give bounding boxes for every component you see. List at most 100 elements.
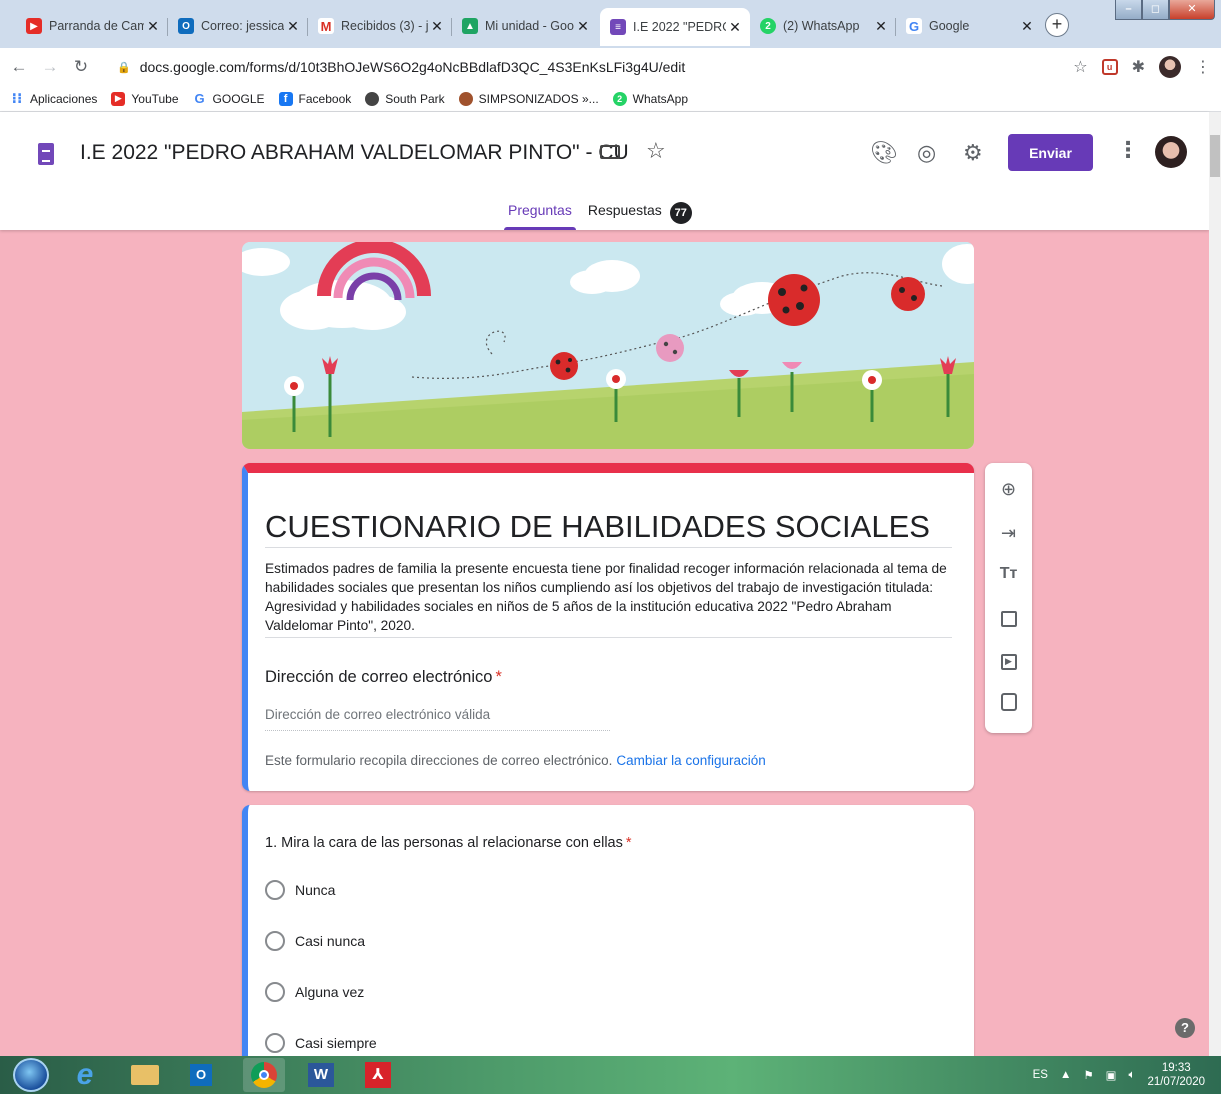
acrobat-pdf-icon[interactable]: ⅄ — [357, 1058, 399, 1092]
option-label: Casi nunca — [295, 933, 366, 949]
bookmark-southpark[interactable]: South Park — [365, 91, 445, 106]
email-label-text: Dirección de correo electrónico — [265, 668, 493, 686]
page-scrollbar[interactable] — [1209, 112, 1221, 1056]
add-question-icon[interactable]: ⊕ — [985, 479, 1032, 500]
bookmark-youtube[interactable]: ▶ YouTube — [111, 91, 179, 106]
tab-questions[interactable]: Preguntas — [500, 198, 580, 230]
maximize-button[interactable]: ◻ — [1142, 0, 1169, 20]
new-tab-button[interactable]: + — [1045, 13, 1069, 37]
outlook-icon[interactable]: O — [180, 1058, 222, 1092]
tab-responses[interactable]: Respuestas 77 — [580, 198, 700, 230]
palette-icon[interactable]: 🎨︎ — [870, 140, 898, 166]
forward-icon[interactable]: → — [38, 57, 62, 77]
browser-tab[interactable]: ▶ Parranda de Cam ✕ — [16, 10, 168, 42]
change-settings-link[interactable]: Cambiar la configuración — [616, 753, 765, 768]
add-image-icon[interactable] — [985, 611, 1032, 632]
settings-gear-icon[interactable]: ⚙ — [963, 140, 983, 166]
send-button[interactable]: Enviar — [1008, 134, 1093, 171]
youtube-icon: ▶ — [26, 18, 42, 34]
bookmark-google[interactable]: G GOOGLE — [193, 91, 264, 106]
radio-button[interactable] — [265, 880, 285, 900]
close-tab-icon[interactable]: ✕ — [144, 18, 162, 35]
radio-button[interactable] — [265, 1033, 285, 1053]
extensions-puzzle-icon[interactable]: ✱ — [1132, 57, 1145, 77]
close-tab-icon[interactable]: ✕ — [284, 18, 302, 35]
browser-tab[interactable]: G Google ✕ — [896, 10, 1042, 42]
browser-tab[interactable]: O Correo: jessica lu ✕ — [168, 10, 308, 42]
scrollbar-thumb[interactable] — [1210, 135, 1220, 177]
file-explorer-icon[interactable] — [124, 1058, 166, 1092]
word-icon[interactable]: W — [300, 1058, 342, 1092]
option-item[interactable]: Alguna vez — [265, 982, 364, 1002]
outlook-icon: O — [178, 18, 194, 34]
clock[interactable]: 19:33 21/07/2020 — [1147, 1061, 1205, 1089]
bookmark-simpsonizados[interactable]: SIMPSONIZADOS »... — [458, 91, 599, 106]
browser-tab[interactable]: M Recibidos (3) - je ✕ — [308, 10, 452, 42]
browser-tab[interactable]: 2 (2) WhatsApp ✕ — [750, 10, 896, 42]
back-icon[interactable]: ← — [7, 57, 31, 77]
volume-icon[interactable]: 🔈︎ — [1129, 1069, 1136, 1082]
form-title[interactable]: CUESTIONARIO DE HABILIDADES SOCIALES — [265, 509, 930, 545]
close-tab-icon[interactable]: ✕ — [574, 18, 592, 35]
bookmark-whatsapp[interactable]: 2 WhatsApp — [612, 91, 688, 106]
browser-tab[interactable]: ▲ Mi unidad - Goo ✕ — [452, 10, 598, 42]
google-forms-icon: ≡ — [610, 19, 626, 35]
show-hidden-icons-icon[interactable]: ▲ — [1060, 1069, 1071, 1081]
window-controls: – ◻ ✕ — [1115, 0, 1215, 20]
form-title-card[interactable]: CUESTIONARIO DE HABILIDADES SOCIALES Est… — [242, 463, 974, 791]
bookmark-label: SIMPSONIZADOS »... — [478, 91, 599, 106]
browser-menu-icon[interactable]: ⋮ — [1195, 57, 1211, 77]
add-title-icon[interactable]: Tт — [985, 565, 1032, 583]
browser-tab-title: Mi unidad - Goo — [485, 19, 574, 33]
bookmark-apps[interactable]: ⁝⁝ Aplicaciones — [10, 90, 98, 106]
required-asterisk: * — [625, 835, 632, 851]
network-icon[interactable]: ▣ — [1106, 1068, 1117, 1082]
import-questions-icon[interactable]: ⇥ — [985, 523, 1032, 544]
option-item[interactable]: Casi nunca — [265, 931, 365, 951]
url-text: docs.google.com/forms/d/10t3BhOJeWS6O2g4… — [139, 59, 686, 75]
option-item[interactable]: Casi siempre — [265, 1033, 377, 1053]
google-forms-logo-icon[interactable] — [38, 143, 54, 165]
form-description[interactable]: Estimados padres de familia la presente … — [265, 559, 955, 635]
google-icon: G — [194, 91, 205, 106]
folder-icon[interactable] — [600, 145, 620, 159]
close-window-button[interactable]: ✕ — [1169, 0, 1215, 20]
preview-eye-icon[interactable]: ◎ — [917, 140, 936, 166]
minimize-button[interactable]: – — [1115, 0, 1142, 20]
close-tab-icon[interactable]: ✕ — [726, 19, 744, 36]
close-tab-icon[interactable]: ✕ — [428, 18, 446, 35]
chrome-icon[interactable] — [243, 1058, 285, 1092]
internet-explorer-icon[interactable]: e — [64, 1058, 106, 1092]
language-indicator[interactable]: ES — [1033, 1069, 1048, 1081]
browser-tab-active[interactable]: ≡ I.E 2022 "PEDRO ✕ — [600, 8, 750, 46]
bookmark-star-icon[interactable]: ☆ — [1073, 57, 1087, 77]
start-button[interactable] — [13, 1058, 49, 1092]
youtube-icon: ▶ — [111, 91, 126, 106]
add-video-icon[interactable]: ▶ — [985, 653, 1032, 670]
more-options-icon[interactable]: ⋮ — [1117, 137, 1139, 163]
question-card[interactable]: 1. Mira la cara de las personas al relac… — [242, 805, 974, 1065]
option-item[interactable]: Nunca — [265, 880, 335, 900]
globe-icon — [365, 91, 380, 106]
reload-icon[interactable]: ↻ — [69, 57, 93, 77]
document-title[interactable]: I.E 2022 "PEDRO ABRAHAM VALDELOMAR PINTO… — [80, 141, 629, 165]
address-bar[interactable]: 🔒 docs.google.com/forms/d/10t3BhOJeWS6O2… — [117, 53, 1057, 81]
add-section-icon[interactable] — [985, 693, 1032, 716]
ladybug-meadow-illustration — [242, 242, 974, 449]
email-question-label: Dirección de correo electrónico * — [265, 668, 502, 687]
clock-date: 21/07/2020 — [1147, 1076, 1205, 1088]
radio-button[interactable] — [265, 931, 285, 951]
close-tab-icon[interactable]: ✕ — [872, 18, 890, 35]
extension-icon[interactable]: u — [1101, 59, 1118, 75]
profile-avatar[interactable] — [1159, 56, 1181, 78]
email-field[interactable]: Dirección de correo electrónico válida — [265, 707, 610, 731]
whatsapp-icon: 2 — [760, 18, 776, 34]
help-icon[interactable]: ? — [1175, 1018, 1195, 1038]
radio-button[interactable] — [265, 982, 285, 1002]
bookmark-facebook[interactable]: f Facebook — [278, 91, 351, 106]
question-title[interactable]: 1. Mira la cara de las personas al relac… — [265, 835, 632, 851]
action-center-flag-icon[interactable]: ⚑ — [1083, 1068, 1093, 1082]
star-icon[interactable]: ☆ — [646, 138, 666, 164]
close-tab-icon[interactable]: ✕ — [1018, 18, 1036, 35]
avatar[interactable] — [1155, 136, 1187, 168]
